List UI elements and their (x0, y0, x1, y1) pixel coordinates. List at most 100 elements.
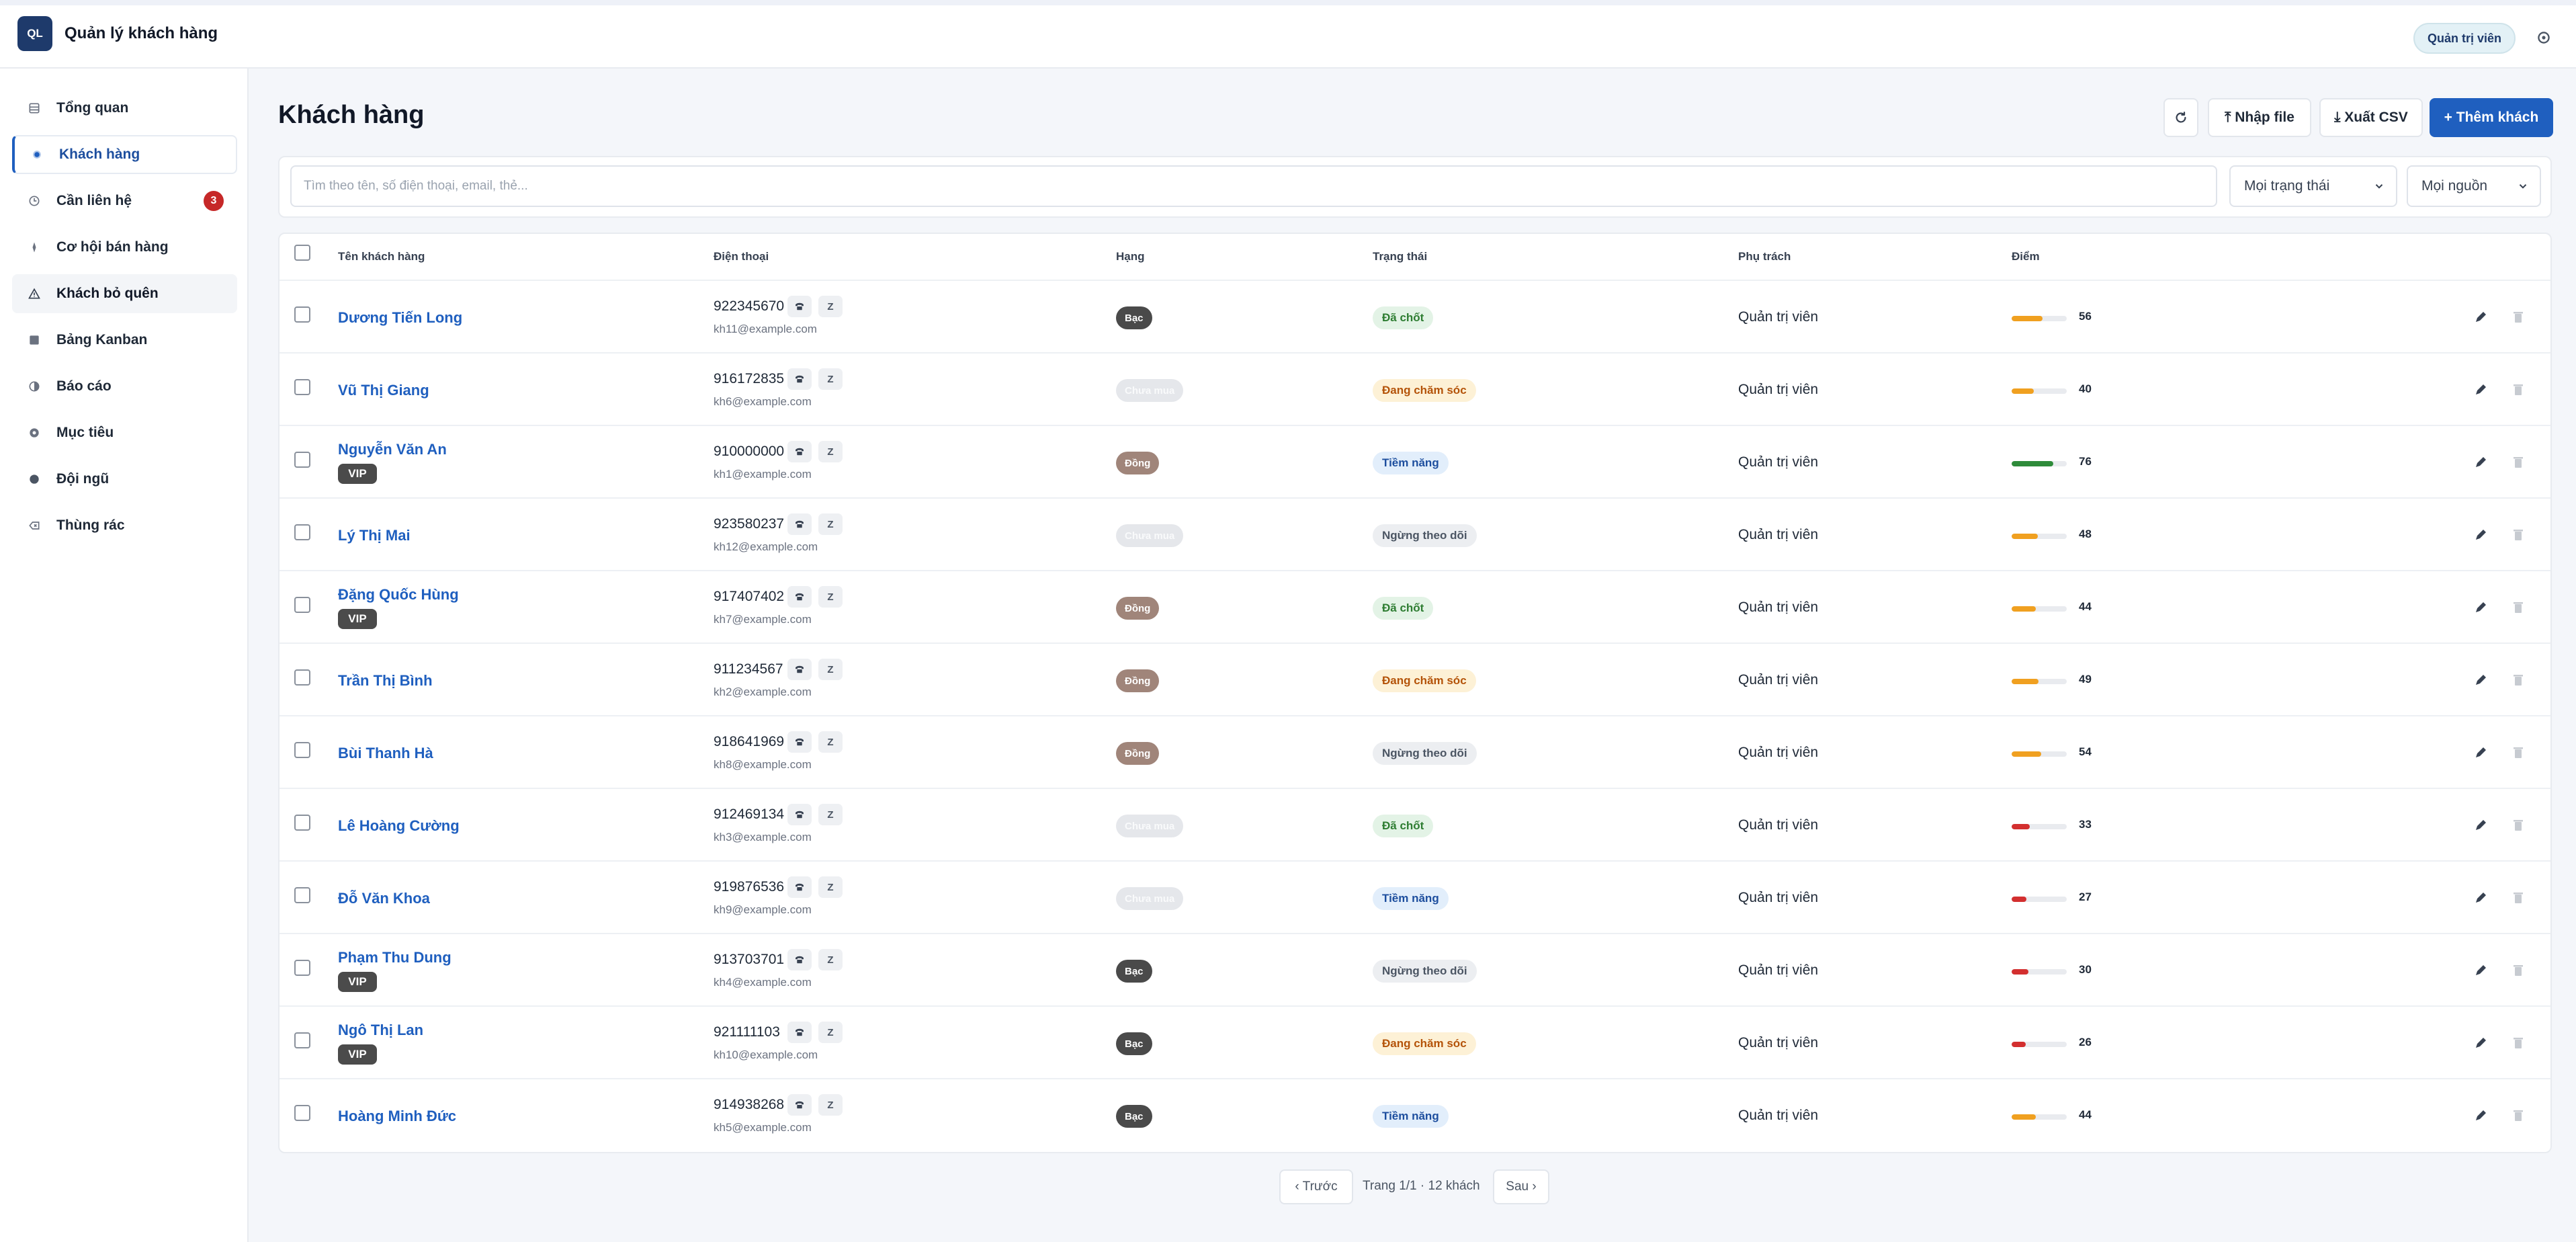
row-checkbox[interactable] (294, 379, 310, 395)
row-checkbox[interactable] (294, 306, 310, 323)
customer-name-link[interactable]: Phạm Thu Dung (338, 949, 452, 966)
column-header-name[interactable]: Tên khách hàng (338, 250, 425, 263)
table-row[interactable]: Lý Thị Mai 923580237 Zkh12@example.com Chưa… (280, 499, 2550, 571)
customer-name-link[interactable]: Đặng Quốc Hùng (338, 586, 459, 604)
add-customer-button[interactable]: + Thêm khách (2430, 98, 2553, 137)
customer-name-link[interactable]: Trần Thị Bình (338, 672, 433, 690)
trash-icon[interactable] (2510, 454, 2526, 470)
customer-name-link[interactable]: Bùi Thanh Hà (338, 745, 433, 762)
row-checkbox[interactable] (294, 960, 310, 976)
column-header-score[interactable]: Điểm (2012, 250, 2040, 263)
trash-icon[interactable] (2510, 382, 2526, 398)
sidebar-item-5[interactable]: Bảng Kanban (12, 321, 237, 360)
customer-name-link[interactable]: Dương Tiến Long (338, 309, 462, 327)
trash-icon[interactable] (2510, 309, 2526, 325)
row-checkbox[interactable] (294, 669, 310, 686)
edit-icon[interactable] (2473, 309, 2489, 325)
row-checkbox[interactable] (294, 524, 310, 540)
sidebar-item-0[interactable]: Tổng quan (12, 89, 237, 128)
column-header-rank[interactable]: Hạng (1116, 250, 1145, 263)
trash-icon[interactable] (2510, 890, 2526, 906)
zalo-button[interactable]: Z (818, 731, 843, 753)
trash-icon[interactable] (2510, 1035, 2526, 1051)
row-checkbox[interactable] (294, 1032, 310, 1048)
source-filter-select[interactable]: Mọi nguồn (2407, 165, 2541, 207)
sidebar-item-4[interactable]: Khách bỏ quên (12, 274, 237, 313)
trash-icon[interactable] (2510, 599, 2526, 616)
phone-icon[interactable] (787, 804, 812, 825)
edit-icon[interactable] (2473, 382, 2489, 398)
edit-icon[interactable] (2473, 672, 2489, 688)
edit-icon[interactable] (2473, 1108, 2489, 1124)
column-header-owner[interactable]: Phụ trách (1738, 250, 1791, 263)
row-checkbox[interactable] (294, 597, 310, 613)
table-row[interactable]: Ngô Thị Lan VIP 921111103 Zkh10@example.com… (280, 1007, 2550, 1079)
zalo-button[interactable]: Z (818, 368, 843, 390)
row-checkbox[interactable] (294, 742, 310, 758)
phone-icon[interactable] (787, 1022, 812, 1043)
edit-icon[interactable] (2473, 454, 2489, 470)
trash-icon[interactable] (2510, 745, 2526, 761)
zalo-button[interactable]: Z (818, 586, 843, 608)
brand[interactable]: QL Quản lý khách hàng (17, 16, 218, 51)
export-csv-button[interactable]: ⤓ Xuất CSV (2319, 98, 2423, 137)
role-badge[interactable]: Quản trị viên (2413, 23, 2516, 54)
phone-icon[interactable] (787, 441, 812, 462)
table-row[interactable]: Bùi Thanh Hà 918641969 Zkh8@example.com Đồn… (280, 716, 2550, 789)
edit-icon[interactable] (2473, 1035, 2489, 1051)
settings-icon[interactable] (2534, 28, 2553, 47)
row-checkbox[interactable] (294, 815, 310, 831)
table-row[interactable]: Dương Tiến Long 922345670 Zkh11@example.co… (280, 281, 2550, 354)
sidebar-item-3[interactable]: Cơ hội bán hàng (12, 228, 237, 267)
phone-icon[interactable] (787, 586, 812, 608)
row-checkbox[interactable] (294, 887, 310, 903)
column-header-phone[interactable]: Điện thoại (714, 250, 769, 263)
phone-icon[interactable] (787, 296, 812, 317)
phone-icon[interactable] (787, 876, 812, 898)
zalo-button[interactable]: Z (818, 949, 843, 970)
customer-name-link[interactable]: Vũ Thị Giang (338, 382, 429, 399)
row-checkbox[interactable] (294, 452, 310, 468)
customer-name-link[interactable]: Ngô Thị Lan (338, 1022, 423, 1039)
search-input[interactable] (290, 165, 2217, 207)
edit-icon[interactable] (2473, 890, 2489, 906)
customer-name-link[interactable]: Lý Thị Mai (338, 527, 411, 544)
status-filter-select[interactable]: Mọi trạng thái (2229, 165, 2397, 207)
edit-icon[interactable] (2473, 962, 2489, 979)
sidebar-item-8[interactable]: Đội ngũ (12, 460, 237, 499)
prev-page-button[interactable]: ‹ Trước (1279, 1169, 1353, 1204)
table-row[interactable]: Đặng Quốc Hùng VIP 917407402 Zkh7@example.c… (280, 571, 2550, 644)
sidebar-item-2[interactable]: Cần liên hệ 3 (12, 181, 237, 220)
customer-name-link[interactable]: Đỗ Văn Khoa (338, 890, 430, 907)
customer-name-link[interactable]: Hoàng Minh Đức (338, 1108, 456, 1125)
import-button[interactable]: ⤒ Nhập file (2208, 98, 2311, 137)
row-checkbox[interactable] (294, 1105, 310, 1121)
trash-icon[interactable] (2510, 817, 2526, 833)
zalo-button[interactable]: Z (818, 441, 843, 462)
customer-name-link[interactable]: Lê Hoàng Cường (338, 817, 460, 835)
sidebar-item-7[interactable]: Mục tiêu (12, 413, 237, 452)
trash-icon[interactable] (2510, 962, 2526, 979)
sidebar-item-9[interactable]: Thùng rác (12, 506, 237, 545)
phone-icon[interactable] (787, 731, 812, 753)
table-row[interactable]: Trần Thị Bình 911234567 Zkh2@example.com Đồ… (280, 644, 2550, 716)
phone-icon[interactable] (787, 1094, 812, 1116)
zalo-button[interactable]: Z (818, 1094, 843, 1116)
trash-icon[interactable] (2510, 1108, 2526, 1124)
trash-icon[interactable] (2510, 527, 2526, 543)
table-row[interactable]: Lê Hoàng Cường 912469134 Zkh3@example.com C… (280, 789, 2550, 862)
edit-icon[interactable] (2473, 527, 2489, 543)
column-header-status[interactable]: Trạng thái (1373, 250, 1427, 263)
phone-icon[interactable] (787, 659, 812, 680)
next-page-button[interactable]: Sau › (1493, 1169, 1549, 1204)
edit-icon[interactable] (2473, 599, 2489, 616)
table-row[interactable]: Đỗ Văn Khoa 919876536 Zkh9@example.com Chưa… (280, 862, 2550, 934)
edit-icon[interactable] (2473, 817, 2489, 833)
customer-name-link[interactable]: Nguyễn Văn An (338, 441, 447, 458)
zalo-button[interactable]: Z (818, 804, 843, 825)
refresh-button[interactable] (2163, 98, 2198, 137)
table-row[interactable]: Hoàng Minh Đức 914938268 Zkh5@example.com B… (280, 1079, 2550, 1152)
zalo-button[interactable]: Z (818, 876, 843, 898)
table-row[interactable]: Nguyễn Văn An VIP 910000000 Zkh1@example.co… (280, 426, 2550, 499)
edit-icon[interactable] (2473, 745, 2489, 761)
